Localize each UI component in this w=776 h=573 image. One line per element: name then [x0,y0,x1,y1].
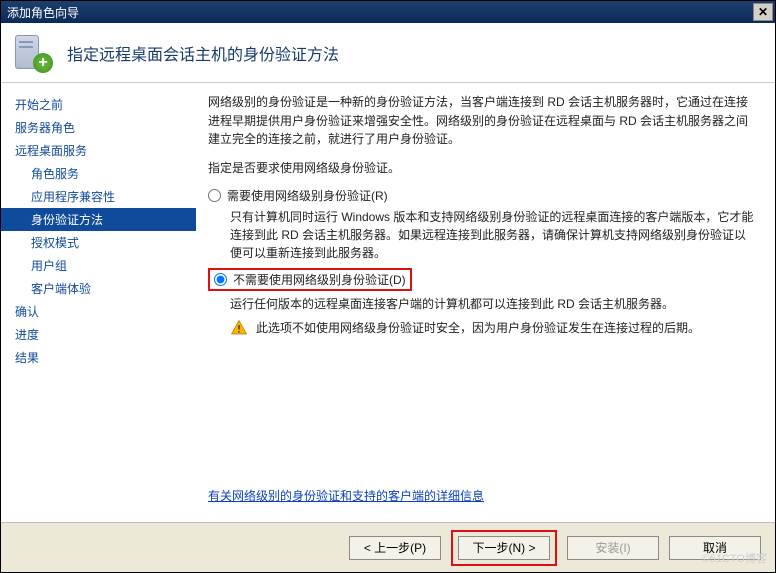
option-require-nla-row: 需要使用网络级别身份验证(R) [208,187,755,204]
sidebar-item-confirmation[interactable]: 确认 [1,300,196,323]
warning-text: 此选项不如使用网络级身份验证时安全，因为用户身份验证发生在连接过程的后期。 [256,319,700,336]
option-require-nla-radio[interactable] [208,189,221,202]
option-no-nla-desc: 运行任何版本的远程桌面连接客户端的计算机都可以连接到此 RD 会话主机服务器。 [208,295,755,313]
option-no-nla-highlight: 不需要使用网络级别身份验证(D) [208,268,412,291]
wizard-content: 网络级别的身份验证是一种新的身份验证方法，当客户端连接到 RD 会话主机服务器时… [196,83,775,522]
prompt-text: 指定是否要求使用网络级身份验证。 [208,159,755,178]
plus-icon: + [33,53,53,73]
prev-button[interactable]: < 上一步(P) [349,536,441,560]
sidebar-item-results[interactable]: 结果 [1,346,196,369]
wizard-body: 开始之前 服务器角色 远程桌面服务 角色服务 应用程序兼容性 身份验证方法 授权… [1,83,775,522]
option-require-nla-desc: 只有计算机同时运行 Windows 版本和支持网络级别身份验证的远程桌面连接的客… [208,208,755,262]
close-icon: ✕ [758,5,768,19]
warning-row: 此选项不如使用网络级身份验证时安全，因为用户身份验证发生在连接过程的后期。 [208,319,755,337]
sidebar-item-server-roles[interactable]: 服务器角色 [1,116,196,139]
wizard-footer: < 上一步(P) 下一步(N) > 安装(I) 取消 [1,522,775,572]
sidebar-item-role-services[interactable]: 角色服务 [1,162,196,185]
option-no-nla-radio[interactable] [214,273,227,286]
sidebar-item-auth-method[interactable]: 身份验证方法 [1,208,196,231]
sidebar-item-remote-desktop-services[interactable]: 远程桌面服务 [1,139,196,162]
wizard-window: 添加角色向导 ✕ + 指定远程桌面会话主机的身份验证方法 开始之前 服务器角色 … [0,0,776,573]
sidebar-item-licensing-mode[interactable]: 授权模式 [1,231,196,254]
sidebar-item-progress[interactable]: 进度 [1,323,196,346]
warning-icon [230,319,248,337]
option-require-nla-label[interactable]: 需要使用网络级别身份验证(R) [227,187,388,204]
sidebar-item-app-compat[interactable]: 应用程序兼容性 [1,185,196,208]
more-info-row: 有关网络级别的身份验证和支持的客户端的详细信息 [208,487,484,504]
next-button-highlight: 下一步(N) > [451,530,557,566]
more-info-link[interactable]: 有关网络级别的身份验证和支持的客户端的详细信息 [208,489,484,503]
page-title: 指定远程桌面会话主机的身份验证方法 [67,41,339,65]
install-button: 安装(I) [567,536,659,560]
sidebar-item-client-experience[interactable]: 客户端体验 [1,277,196,300]
option-no-nla-row: 不需要使用网络级别身份验证(D) [208,268,755,291]
titlebar: 添加角色向导 ✕ [1,1,775,23]
sidebar-item-user-groups[interactable]: 用户组 [1,254,196,277]
wizard-header-icon: + [13,33,53,73]
sidebar-item-before-you-begin[interactable]: 开始之前 [1,93,196,116]
wizard-sidebar: 开始之前 服务器角色 远程桌面服务 角色服务 应用程序兼容性 身份验证方法 授权… [1,83,196,522]
next-button[interactable]: 下一步(N) > [458,536,550,560]
cancel-button[interactable]: 取消 [669,536,761,560]
close-button[interactable]: ✕ [753,3,773,21]
window-title: 添加角色向导 [7,4,79,21]
intro-text: 网络级别的身份验证是一种新的身份验证方法，当客户端连接到 RD 会话主机服务器时… [208,93,755,149]
wizard-header: + 指定远程桌面会话主机的身份验证方法 [1,23,775,83]
option-no-nla-label[interactable]: 不需要使用网络级别身份验证(D) [233,271,406,288]
